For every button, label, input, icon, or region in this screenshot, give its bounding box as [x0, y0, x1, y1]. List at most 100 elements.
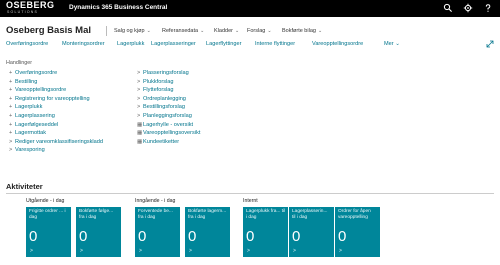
- tile-value: 0: [29, 228, 38, 245]
- chevron-down-icon: ⌄: [267, 28, 272, 34]
- menu-salg-og-kjop[interactable]: Salg og kjøp ⌄: [114, 27, 151, 36]
- action-link-lagerf-lgeseddel[interactable]: + Lagerfølgeseddel: [9, 121, 58, 129]
- tile-label: Frigitte ordrer ... i dag: [29, 209, 66, 220]
- cue-tile-bokforte-lagermottak[interactable]: Bokførte lagerm... fra i dag 0 >: [185, 207, 230, 257]
- action-link-label: Bestillingsforslag: [143, 104, 185, 111]
- expand-icon[interactable]: [486, 40, 494, 48]
- menu-label: Referansedata: [162, 28, 199, 34]
- action-link-kundeetiketter[interactable]: ▦Kundeetiketter: [137, 138, 179, 146]
- logo-main-text: OSEBERG: [6, 0, 55, 10]
- action-link-plasseringsforslag[interactable]: > Plasseringsforslag: [137, 69, 189, 77]
- action-link-varesporing[interactable]: > Varesporing: [9, 146, 45, 154]
- action-link-bestilling[interactable]: + Bestilling: [9, 78, 37, 86]
- app-title: Dynamics 365 Business Central: [69, 4, 168, 11]
- tile-value: 0: [79, 228, 88, 245]
- action-link-rediger-vareomklassifiseringskladd[interactable]: > Rediger vareomklassifiseringskladd: [9, 138, 103, 146]
- action-link-lagerplukk[interactable]: + Lagerplukk: [9, 103, 42, 111]
- action-link-label: Lagermottak: [15, 130, 47, 137]
- action-link-lagerplassering[interactable]: + Lagerplassering: [9, 112, 55, 120]
- divider: [6, 193, 494, 194]
- tile-value: 0: [138, 228, 147, 245]
- cue-tile-lagerplasseringer[interactable]: Lagerplasserin... til i dag 0 >: [289, 207, 334, 257]
- top-bar: OSEBERG SOLUTIONS Dynamics 365 Business …: [0, 0, 500, 17]
- menu-bokforte-bilag[interactable]: Bokførte bilag ⌄: [282, 27, 322, 36]
- group-internt: Internt: [243, 198, 258, 204]
- action-link-label: Varesporing: [15, 147, 45, 154]
- cue-tile-ordrer-apen-vareopptelling[interactable]: Ordrer for åpen vareopptelling 0 >: [335, 207, 380, 257]
- action-link-label: Planleggingsforslag: [143, 113, 192, 119]
- action-link-label: Vareopptellingsoversikt: [143, 130, 201, 137]
- tile-label: Lagerplukk fra... til i dag: [246, 209, 286, 220]
- logo-sub-text: SOLUTIONS: [7, 10, 39, 14]
- action-interne-flyttinger[interactable]: Interne flyttinger: [255, 40, 295, 49]
- chevron-right-icon: >: [139, 248, 142, 254]
- section-handlinger: Handlinger: [6, 60, 33, 66]
- cue-tile-bokforte-folgesedler[interactable]: Bokførte følge... fra i dag 0 >: [76, 207, 121, 257]
- menu-label: Salg og kjøp: [114, 28, 145, 34]
- company-name[interactable]: Oseberg Basis Mal: [6, 25, 91, 36]
- chevron-right-icon: >: [293, 248, 296, 254]
- action-link-label: Rediger vareomklassifiseringskladd: [15, 138, 103, 145]
- action-link-bestillingsforslag[interactable]: > Bestillingsforslag: [137, 103, 185, 111]
- aktiviteter-title: Aktiviteter: [6, 182, 43, 191]
- action-more[interactable]: Mer ⌄: [384, 40, 400, 49]
- tile-value: 0: [246, 228, 255, 245]
- action-link-overf-ringsordre[interactable]: + Overføringsordre: [9, 69, 57, 77]
- cue-tile-forventede-bestillinger[interactable]: Forventede be... fra i dag 0 >: [135, 207, 180, 257]
- action-monteringsordrer[interactable]: Monteringsordrer: [62, 40, 105, 49]
- chevron-right-icon: >: [247, 248, 250, 254]
- action-vareopptellingsordre[interactable]: Vareopptellingsordre: [312, 40, 363, 49]
- action-link-label: Vareopptellingsordre: [15, 87, 67, 94]
- action-lagerplasseringer[interactable]: Lagerplasseringer: [151, 40, 196, 49]
- action-link-plukkforslag[interactable]: > Plukkforslag: [137, 78, 173, 86]
- search-icon[interactable]: [443, 3, 453, 13]
- menu-label: Forslag: [247, 28, 266, 34]
- action-link-label: Flytteforslag: [143, 87, 174, 94]
- action-link-registrering-for-vareopptelling[interactable]: + Registrering for vareopptelling: [9, 95, 90, 103]
- chevron-right-icon: >: [189, 248, 192, 254]
- action-link-flytteforslag[interactable]: > Flytteforslag: [137, 86, 173, 94]
- menu-forslag[interactable]: Forslag ⌄: [247, 27, 272, 36]
- chevron-right-icon: >: [30, 248, 33, 254]
- action-link-lagerhylle-oversikt[interactable]: ▦Lagerhylle - oversikt: [137, 121, 193, 129]
- action-link-label: Lagerplukk: [15, 104, 43, 111]
- divider: [106, 26, 107, 36]
- action-link-planleggingsforslag[interactable]: > Planleggingsforslag: [137, 112, 192, 120]
- chevron-down-icon: ⌄: [146, 28, 151, 34]
- action-link-lagermottak[interactable]: + Lagermottak: [9, 129, 46, 137]
- action-link-vareopptellingsordre[interactable]: + Vareopptellingsordre: [9, 86, 66, 94]
- tile-value: 0: [338, 228, 347, 245]
- tile-label: Forventede be... fra i dag: [138, 209, 173, 220]
- menu-referansedata[interactable]: Referansedata ⌄: [162, 27, 204, 36]
- action-overforingsordre[interactable]: Overføringsordre: [6, 40, 48, 49]
- menu-kladder[interactable]: Kladder ⌄: [214, 27, 239, 36]
- action-lagerplukk[interactable]: Lagerplukk: [117, 40, 144, 49]
- cue-tile-frigitte-ordrer[interactable]: Frigitte ordrer ... i dag 0 >: [26, 207, 71, 257]
- action-link-label: Registrering for vareopptelling: [15, 95, 90, 102]
- cue-tile-lagerplukk[interactable]: Lagerplukk fra... til i dag 0 >: [243, 207, 288, 257]
- action-link-label: Lagerfølgeseddel: [15, 121, 59, 128]
- group-utgaende: Utgående - i dag: [26, 198, 65, 204]
- chevron-down-icon: ⌄: [317, 28, 323, 34]
- action-link-label: Overføringsordre: [15, 70, 58, 76]
- action-link-vareopptellingsoversikt[interactable]: ▦Vareopptellingsoversikt: [137, 129, 200, 137]
- help-icon[interactable]: [483, 3, 493, 13]
- action-link-label: Bestilling: [15, 78, 38, 85]
- chevron-down-icon: ⌄: [395, 41, 400, 47]
- settings-icon[interactable]: [463, 3, 473, 13]
- chevron-down-icon: ⌄: [234, 28, 240, 34]
- action-link-label: Lagerplassering: [15, 113, 55, 119]
- action-link-label: Kundeetiketter: [143, 138, 180, 145]
- tile-label: Bokførte følge... fra i dag: [79, 209, 114, 220]
- menu-label: Kladder: [214, 28, 233, 34]
- action-link-ordreplanlegging[interactable]: > Ordreplanlegging: [137, 95, 186, 103]
- tile-label: Bokførte lagerm... fra i dag: [188, 209, 227, 220]
- action-link-label: Ordreplanlegging: [143, 95, 186, 102]
- group-inngaende: Inngående - i dag: [135, 198, 176, 204]
- chevron-right-icon: >: [80, 248, 83, 254]
- chevron-down-icon: ⌄: [200, 28, 205, 34]
- menu-label: Bokførte bilag: [282, 28, 316, 34]
- tile-value: 0: [292, 228, 301, 245]
- action-link-label: Plasseringsforslag: [143, 70, 189, 76]
- action-lagerflyttinger[interactable]: Lagerflyttinger: [206, 40, 241, 49]
